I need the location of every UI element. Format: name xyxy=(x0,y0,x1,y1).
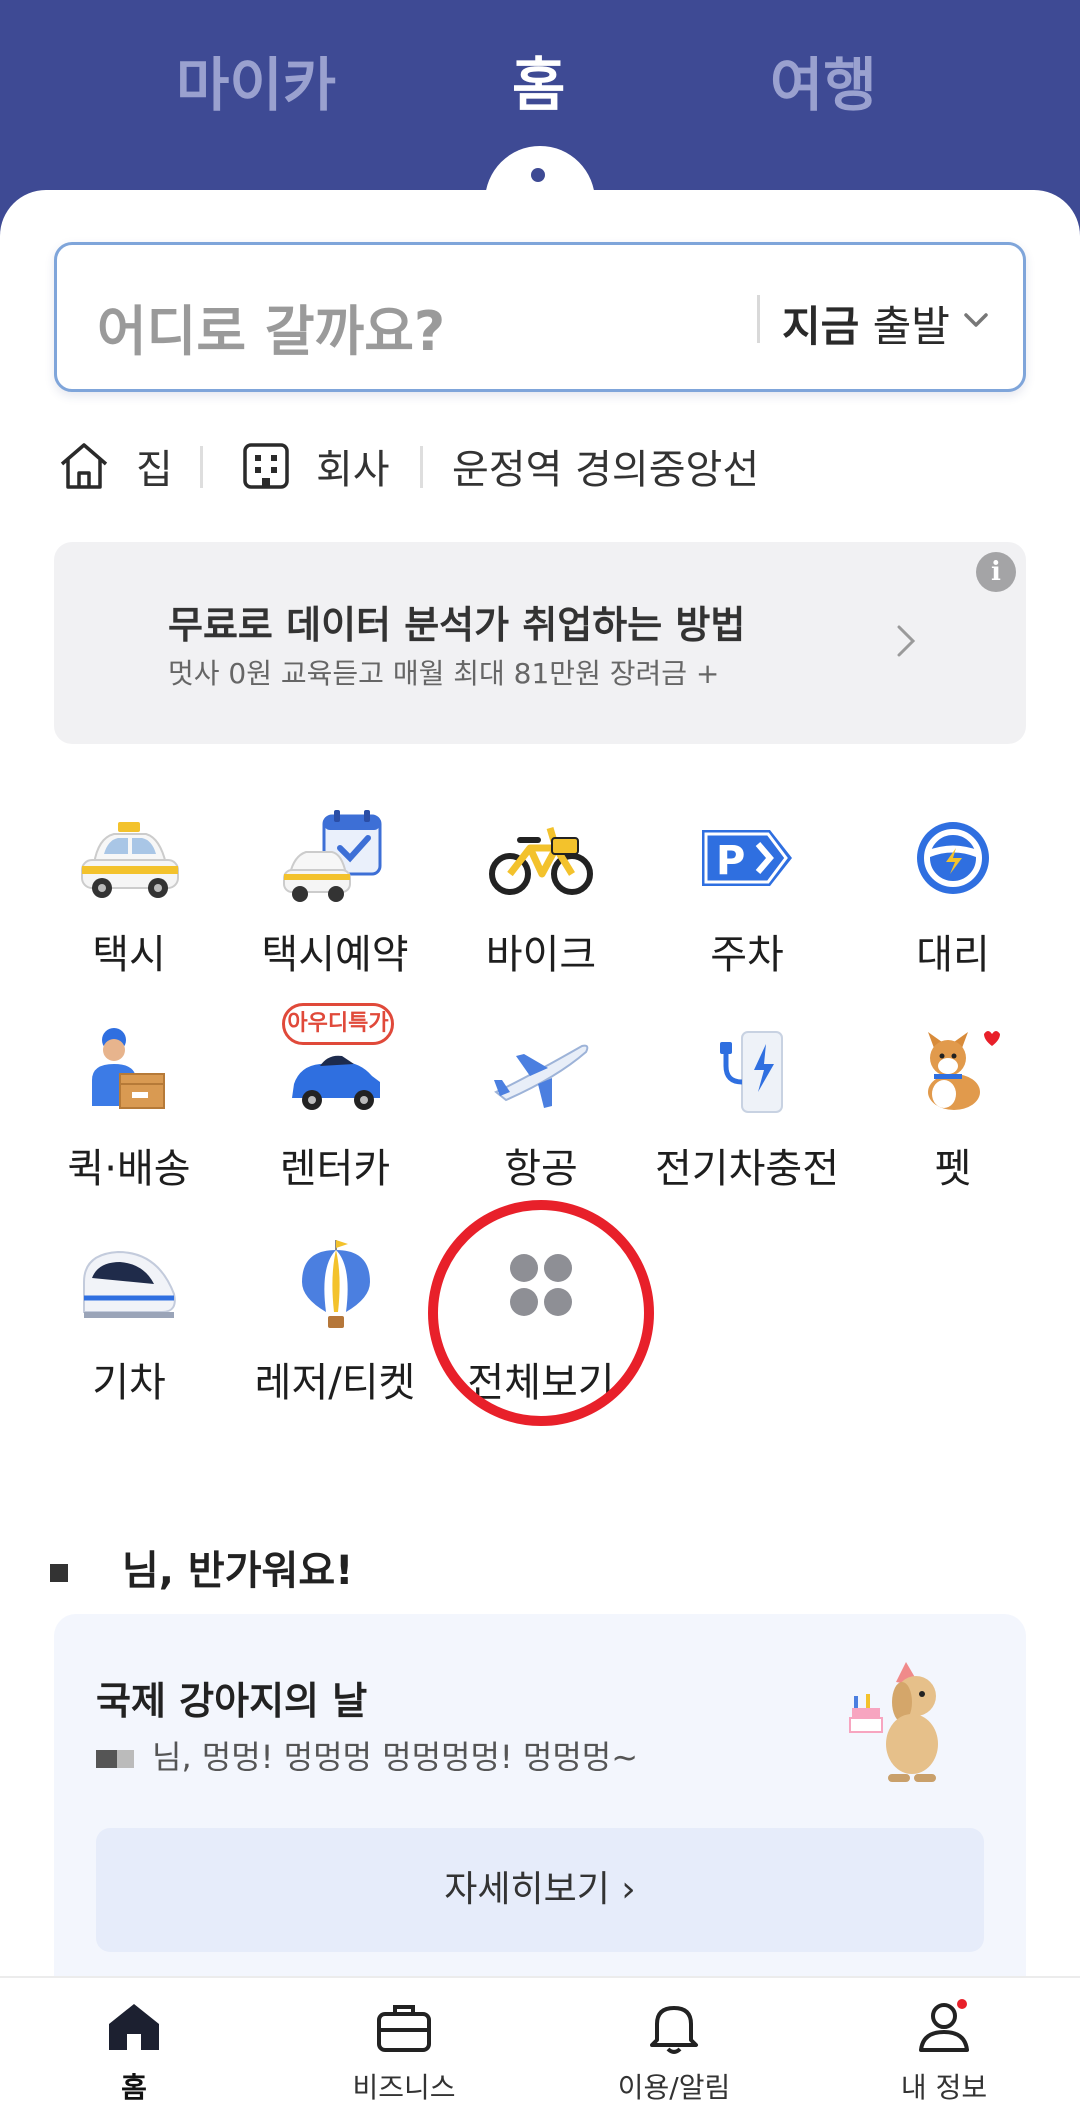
nav-home[interactable]: 홈 xyxy=(24,1996,244,2106)
svg-text:P: P xyxy=(716,838,745,884)
service-label: 레저/티켓 xyxy=(254,1360,416,1406)
info-icon[interactable]: i xyxy=(976,552,1016,592)
service-designated-driver[interactable]: 대리 xyxy=(850,808,1056,980)
service-train[interactable]: 기차 xyxy=(26,1236,232,1408)
notch-indicator xyxy=(531,168,545,182)
highlight-circle xyxy=(428,1200,654,1426)
nav-label: 비즈니스 xyxy=(352,2071,456,2104)
quick-place-recent[interactable]: 운정역 경의중앙선 xyxy=(452,436,759,496)
nav-label: 홈 xyxy=(121,2071,147,2104)
taxi-reservation-icon xyxy=(283,810,382,902)
service-parking[interactable]: P 주차 xyxy=(644,808,850,980)
taxi-icon xyxy=(81,822,179,898)
service-label: 펫 xyxy=(934,1146,972,1192)
building-icon xyxy=(243,443,289,489)
service-quick-delivery[interactable]: 퀵·배송 xyxy=(26,1022,232,1194)
divider xyxy=(420,446,423,488)
nav-usage-alerts[interactable]: 이용/알림 xyxy=(564,1996,784,2106)
service-label: 기차 xyxy=(92,1360,166,1406)
ev-charger-icon xyxy=(720,1031,783,1113)
masked-name xyxy=(96,1750,134,1768)
quick-place-office[interactable]: 회사 xyxy=(240,436,390,496)
service-taxi-reservation[interactable]: 택시예약 xyxy=(232,808,438,980)
masked-name xyxy=(50,1564,68,1582)
search-placeholder[interactable]: 어디로 갈까요? xyxy=(97,287,445,366)
service-rental-car[interactable]: 렌터카 xyxy=(232,1022,438,1194)
departure-label: 출발 xyxy=(872,302,950,351)
home-icon xyxy=(60,443,108,489)
pet-icon xyxy=(928,1031,1000,1110)
tab-home[interactable]: 홈 xyxy=(512,38,565,122)
search-divider xyxy=(757,295,760,343)
ad-subtitle: 멋사 0원 교육듣고 매월 최대 81만원 장려금 + xyxy=(168,657,720,690)
service-pet[interactable]: 펫 xyxy=(850,1022,1056,1194)
destination-search[interactable]: 어디로 갈까요? 지금 출발 xyxy=(54,242,1026,392)
chevron-down-icon[interactable] xyxy=(959,303,993,337)
parking-icon: P xyxy=(702,830,792,886)
promo-title: 국제 강아지의 날 xyxy=(96,1679,368,1723)
service-label: 항공 xyxy=(504,1146,578,1192)
service-label: 바이크 xyxy=(485,932,597,978)
greeting: 님, 반가워요! xyxy=(50,1538,353,1596)
bottom-navigation: 홈 비즈니스 이용/알림 내 정보 xyxy=(0,1976,1080,2126)
dog-celebration-icon xyxy=(849,1662,938,1782)
person-icon xyxy=(919,1999,969,2052)
departure-time-selector[interactable]: 지금 출발 xyxy=(782,293,950,354)
quick-place-label: 회사 xyxy=(316,447,390,493)
promo-badge: 아우디특가 xyxy=(282,1003,394,1045)
briefcase-icon xyxy=(377,2005,431,2052)
ad-banner[interactable]: 무료로 데이터 분석가 취업하는 방법 멋사 0원 교육듣고 매월 최대 81만… xyxy=(54,542,1026,744)
service-label: 퀵·배송 xyxy=(67,1146,191,1192)
home-icon xyxy=(109,2004,159,2050)
nav-label: 내 정보 xyxy=(900,2071,988,2104)
nav-business[interactable]: 비즈니스 xyxy=(294,1996,514,2106)
greeting-text: 님, 반가워요! xyxy=(122,1548,354,1594)
service-flight[interactable]: 항공 xyxy=(438,1022,644,1194)
bell-icon xyxy=(650,2006,698,2054)
promo-subtitle: 님, 멍멍! 멍멍멍 멍멍멍멍! 멍멍멍~ xyxy=(96,1732,638,1778)
delivery-icon xyxy=(92,1028,165,1109)
quick-place-home[interactable]: 집 xyxy=(56,436,173,496)
steering-wheel-icon xyxy=(917,822,989,894)
service-label: 주차 xyxy=(710,932,784,978)
balloon-icon xyxy=(302,1240,370,1328)
service-leisure-tickets[interactable]: 레저/티켓 xyxy=(232,1236,438,1408)
service-label: 전기차충전 xyxy=(655,1146,839,1192)
nav-my-info[interactable]: 내 정보 xyxy=(834,1996,1054,2106)
bike-icon xyxy=(489,826,593,895)
promo-subtitle-text: 님, 멍멍! 멍멍멍 멍멍멍멍! 멍멍멍~ xyxy=(152,1738,639,1776)
service-label: 렌터카 xyxy=(279,1146,391,1192)
service-bike[interactable]: 바이크 xyxy=(438,808,644,980)
chevron-right-icon xyxy=(897,625,916,657)
service-taxi[interactable]: 택시 xyxy=(26,808,232,980)
tab-mycar[interactable]: 마이카 xyxy=(176,38,336,122)
service-label: 대리 xyxy=(916,932,990,978)
train-icon xyxy=(83,1250,176,1318)
service-label: 택시 xyxy=(92,932,166,978)
divider xyxy=(200,446,203,488)
quick-place-label: 집 xyxy=(136,447,173,493)
tab-travel[interactable]: 여행 xyxy=(770,38,877,122)
service-label: 택시예약 xyxy=(261,932,409,978)
nav-label: 이용/알림 xyxy=(617,2071,731,2104)
details-button[interactable]: 자세히보기 › xyxy=(96,1828,984,1952)
service-ev-charging[interactable]: 전기차충전 xyxy=(644,1022,850,1194)
quick-place-label: 운정역 경의중앙선 xyxy=(452,447,760,493)
ad-title: 무료로 데이터 분석가 취업하는 방법 xyxy=(168,603,746,647)
airplane-icon xyxy=(494,1044,589,1108)
departure-time: 지금 xyxy=(782,302,860,351)
